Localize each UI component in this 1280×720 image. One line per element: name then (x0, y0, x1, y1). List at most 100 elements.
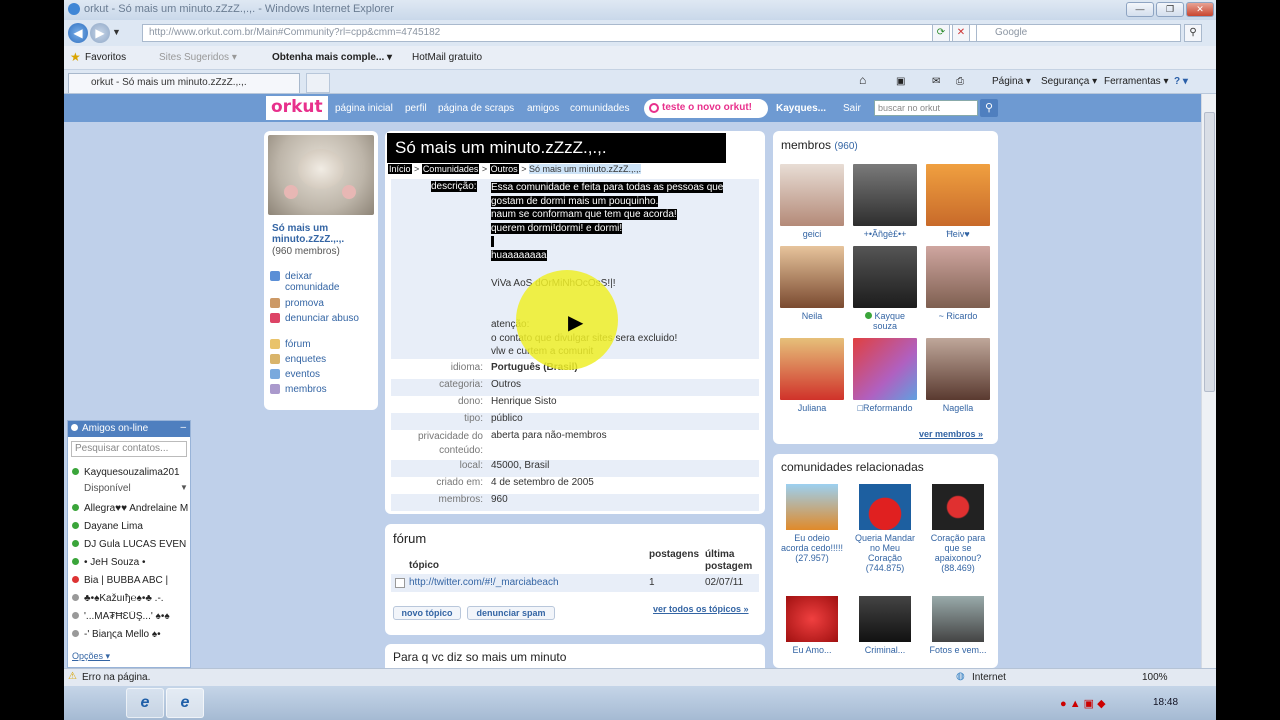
friend-self[interactable]: Kayquesouzalima201 (72, 467, 190, 478)
members-link[interactable]: membros (270, 384, 327, 395)
back-button[interactable]: ◀ (68, 23, 88, 43)
refresh-button[interactable]: ⟳ (932, 24, 950, 42)
search-input[interactable]: Google (976, 24, 1181, 42)
member-photo[interactable] (780, 164, 844, 226)
related-item[interactable]: Criminal... (853, 596, 917, 655)
related-photo[interactable] (786, 484, 838, 530)
friend-item[interactable]: '...MA₮ĦƐÜŞ...' ♠•♠ (72, 611, 190, 622)
related-item[interactable]: Coração para que se apaixonou? (88.469) (926, 484, 990, 573)
ie-taskbar-button[interactable]: e (126, 688, 164, 718)
close-button[interactable]: ✕ (1186, 2, 1214, 17)
events-link[interactable]: eventos (270, 369, 320, 380)
sites-sugeridos-link[interactable]: Sites Sugeridos ▾ (159, 52, 237, 63)
url-input[interactable]: http://www.orkut.com.br/Main#Community?r… (142, 24, 992, 42)
see-members-link[interactable]: ver membros » (919, 429, 983, 439)
contacts-search-input[interactable]: Pesquisar contatos... (71, 441, 187, 457)
owner-link[interactable]: Henrique Sisto (491, 396, 557, 407)
stop-button[interactable]: ✕ (952, 24, 970, 42)
seguranca-menu[interactable]: Segurança ▾ (1041, 76, 1097, 87)
member-item[interactable]: Ħeiv♥ (926, 164, 990, 239)
friend-item[interactable]: -' Biaηςa Mello ♠• (72, 629, 190, 640)
member-photo[interactable] (853, 164, 917, 226)
history-dropdown-icon[interactable]: ▼ (112, 27, 121, 37)
mail-icon[interactable]: ✉ (932, 76, 940, 87)
favoritos-button[interactable]: Favoritos (85, 52, 126, 63)
try-new-orkut-button[interactable]: teste o novo orkut! (644, 99, 768, 118)
friend-item[interactable]: ♣•♠Kažuıђ℮♠•♣ .-. (72, 593, 190, 604)
minimize-button[interactable]: — (1126, 2, 1154, 17)
report-abuse-link[interactable]: denunciar abuso (270, 313, 359, 324)
member-photo[interactable] (853, 246, 917, 308)
warning-icon[interactable]: ⚠ (68, 671, 77, 682)
tab-orkut[interactable]: orkut - Só mais um minuto.zZzZ.,.,. (68, 73, 300, 93)
forward-button[interactable]: ▶ (90, 23, 110, 43)
page-scrollbar[interactable] (1201, 94, 1216, 668)
member-item[interactable]: Juliana (780, 338, 844, 413)
promova-link[interactable]: promova (270, 298, 324, 309)
forum-link[interactable]: fórum (270, 339, 311, 350)
ferramentas-menu[interactable]: Ferramentas ▾ (1104, 76, 1168, 87)
user-name[interactable]: Kayques... (776, 103, 826, 114)
related-photo[interactable] (932, 596, 984, 642)
minimize-panel-icon[interactable]: – (180, 422, 186, 433)
logout-link[interactable]: Sair (843, 103, 861, 114)
hotmail-link[interactable]: HotMail gratuito (412, 52, 482, 63)
pagina-menu[interactable]: Página ▾ (992, 76, 1031, 87)
community-photo[interactable] (268, 135, 374, 215)
report-spam-button[interactable]: denunciar spam (467, 606, 555, 620)
print-icon[interactable]: ⎙ (956, 76, 964, 87)
nav-perfil[interactable]: perfil (405, 103, 427, 114)
friend-item[interactable]: Dayane Lima (72, 521, 190, 532)
zoom-level[interactable]: 100% (1142, 672, 1168, 683)
orkut-search-input[interactable]: buscar no orkut (874, 100, 978, 116)
polls-link[interactable]: enquetes (270, 354, 326, 365)
options-link[interactable]: Opções ▾ (72, 651, 190, 662)
table-row[interactable]: http://twitter.com/#!/_marciabeach 1 02/… (391, 574, 759, 592)
member-item[interactable]: geici (780, 164, 844, 239)
new-topic-button[interactable]: novo tópico (393, 606, 461, 620)
help-icon[interactable]: ? ▾ (1174, 76, 1188, 87)
member-item[interactable]: +•Ãñgè£•+ (853, 164, 917, 239)
status-select[interactable]: Disponível ▼ (84, 483, 202, 494)
ie-taskbar-button-active[interactable]: e (166, 688, 204, 718)
member-item[interactable]: □Reformando (853, 338, 917, 413)
friend-item[interactable]: • JeH Souza • (72, 557, 190, 568)
friend-item[interactable]: Allegra♥♥ Andrelaine M (72, 503, 190, 514)
breadcrumb-inicio[interactable]: Início (388, 164, 412, 174)
nav-comunidades[interactable]: comunidades (570, 103, 629, 114)
member-item[interactable]: ~ Ricardo (926, 246, 990, 321)
community-name[interactable]: Só mais um minuto.zZzZ.,.,. (272, 223, 372, 245)
breadcrumb-comunidades[interactable]: Comunidades (421, 164, 480, 174)
related-item[interactable]: Queria Mandar no Meu Coração (744.875) (853, 484, 917, 573)
maximize-button[interactable]: ❐ (1156, 2, 1184, 17)
nav-scraps[interactable]: página de scraps (438, 103, 514, 114)
member-item[interactable]: Neila (780, 246, 844, 321)
topic-checkbox[interactable] (395, 578, 405, 588)
member-photo[interactable] (926, 164, 990, 226)
related-photo[interactable] (786, 596, 838, 642)
friends-header[interactable]: Amigos on-line – (68, 421, 190, 437)
member-item[interactable]: Nagella (926, 338, 990, 413)
obtenha-link[interactable]: Obtenha mais comple... ▾ (272, 52, 392, 63)
friend-item[interactable]: DJ Gula LUCAS EVEN (72, 539, 190, 550)
member-photo[interactable] (926, 338, 990, 400)
home-icon[interactable]: ⌂ (859, 73, 866, 87)
scrollbar-thumb[interactable] (1204, 112, 1215, 392)
related-photo[interactable] (932, 484, 984, 530)
member-photo[interactable] (780, 246, 844, 308)
category-link[interactable]: Outros (491, 379, 521, 390)
all-topics-link[interactable]: ver todos os tópicos » (653, 604, 749, 614)
breadcrumb-outros[interactable]: Outros (489, 164, 519, 174)
friend-item[interactable]: Bia | BUBBA ABC | (72, 575, 190, 586)
leave-community-link[interactable]: deixar comunidade (270, 271, 349, 293)
status-text[interactable]: Erro na página. (82, 672, 150, 683)
feeds-icon[interactable]: ▣ (896, 76, 905, 87)
nav-amigos[interactable]: amigos (527, 103, 559, 114)
related-photo[interactable] (859, 484, 911, 530)
member-photo[interactable] (780, 338, 844, 400)
member-photo[interactable] (926, 246, 990, 308)
search-icon[interactable]: ⚲ (1184, 24, 1202, 42)
tray-icons[interactable]: ● ▲ ▣ ◆ (1060, 697, 1106, 710)
related-item[interactable]: Eu Amo... (780, 596, 844, 655)
nav-home[interactable]: página inicial (335, 103, 393, 114)
